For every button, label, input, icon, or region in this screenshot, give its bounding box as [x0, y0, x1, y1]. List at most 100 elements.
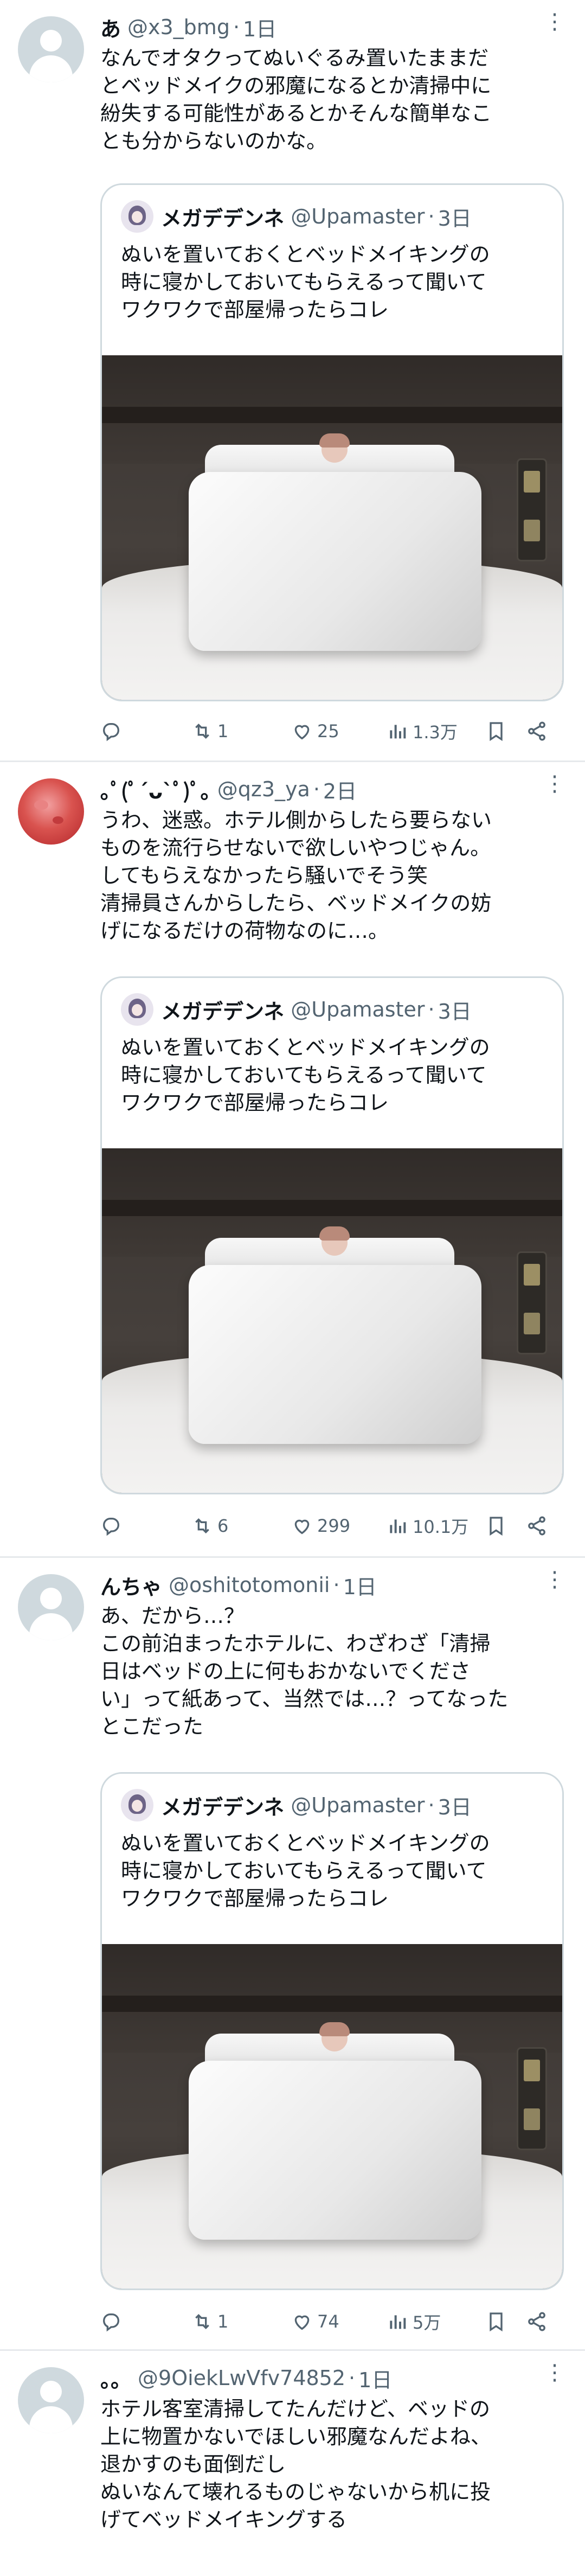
user-handle[interactable]: @qz3_ya: [217, 777, 310, 801]
separator-dot: ·: [333, 1573, 340, 1597]
share-button[interactable]: [526, 1510, 552, 1542]
more-icon[interactable]: ⋮: [544, 1569, 565, 1590]
quote-text: ぬいを置いておくとベッドメイキングの 時に寝かしておいてもらえるって聞いて ワク…: [121, 1831, 490, 1910]
retweet-button[interactable]: 1: [191, 2305, 228, 2338]
tweet-header: んちゃ @oshitotomonii · 1日: [100, 1569, 563, 1601]
user-handle[interactable]: @x3_bmg: [127, 15, 230, 39]
display-name[interactable]: 。。: [100, 2363, 131, 2393]
views-button[interactable]: 1.3万: [387, 715, 458, 747]
reply-button[interactable]: [100, 1510, 126, 1542]
tweet-header: ｡ﾟ(ﾟ´ᴗ`ﾟ)ﾟ｡ @qz3_ya · 2日: [100, 773, 563, 806]
tweet[interactable]: あ @x3_bmg · 1日 ⋮ なんでオタクってぬいぐるみ置いたままだ とベッ…: [0, 0, 585, 762]
action-bar: 1 74 5万: [100, 2305, 563, 2338]
separator-dot: ·: [349, 2366, 356, 2390]
share-button[interactable]: [526, 715, 552, 747]
timestamp[interactable]: 1日: [358, 2363, 392, 2393]
tweet[interactable]: 。。 @9OiekLwVfv74852 · 1日 ⋮ ホテル客室清掃してたんだけ…: [0, 2351, 585, 2576]
quote-timestamp: 3日: [438, 999, 472, 1024]
quote-photo[interactable]: [102, 1148, 562, 1493]
tweet-text: ホテル客室清掃してたんだけど、ベッドの 上に物置かないでほしい邪魔なんだよね、 …: [100, 2397, 491, 2532]
retweet-button[interactable]: 1: [191, 715, 228, 747]
quote-avatar: [121, 200, 153, 233]
bookmark-button[interactable]: [485, 2305, 511, 2338]
display-name[interactable]: ｡ﾟ(ﾟ´ᴗ`ﾟ)ﾟ｡: [100, 775, 211, 804]
tweet-text: あ、だから…？ この前泊まったホテルに、わざわざ「清掃 日はベッドの上に何もおか…: [100, 1604, 509, 1738]
user-handle[interactable]: @oshitotomonii: [169, 1573, 330, 1597]
share-icon: [528, 2312, 545, 2331]
plush-toy: [319, 433, 350, 463]
views-icon: [390, 725, 406, 739]
retweet-icon: [195, 1518, 209, 1534]
separator-dot: ·: [313, 777, 320, 801]
bookmark-icon: [490, 2312, 503, 2332]
view-count: 10.1万: [413, 1517, 469, 1537]
quote-photo[interactable]: [102, 355, 562, 700]
timestamp[interactable]: 1日: [243, 12, 277, 42]
quote-header: メガデデンネ @Upamaster · 3日: [121, 200, 472, 233]
reply-button[interactable]: [100, 715, 126, 747]
quote-text: ぬいを置いておくとベッドメイキングの 時に寝かしておいてもらえるって聞いて ワク…: [121, 242, 490, 322]
quote-avatar: [121, 993, 153, 1026]
separator-dot: ·: [428, 1793, 435, 1817]
timestamp[interactable]: 1日: [343, 1570, 377, 1600]
reply-icon: [103, 723, 119, 742]
quote-timestamp: 3日: [438, 1795, 472, 1819]
quote-timestamp: 3日: [438, 206, 472, 231]
like-button[interactable]: 25: [291, 715, 339, 747]
display-name[interactable]: んちゃ: [100, 1570, 162, 1600]
separator-dot: ·: [428, 998, 435, 1021]
quote-display-name: メガデデンネ: [161, 1795, 285, 1819]
quote-display-name: メガデデンネ: [161, 206, 285, 231]
quote-text: ぬいを置いておくとベッドメイキングの 時に寝かしておいてもらえるって聞いて ワク…: [121, 1035, 490, 1115]
quoted-tweet[interactable]: メガデデンネ @Upamaster · 3日 ぬいを置いておくとベッドメイキング…: [100, 183, 564, 701]
avatar[interactable]: [18, 778, 84, 845]
retweet-button[interactable]: 6: [191, 1510, 228, 1542]
tweet[interactable]: んちゃ @oshitotomonii · 1日 ⋮ あ、だから…？ この前泊まっ…: [0, 1558, 585, 2351]
views-button[interactable]: 10.1万: [387, 1510, 468, 1542]
retweet-icon: [195, 2313, 209, 2330]
reply-icon: [103, 2313, 119, 2332]
timestamp[interactable]: 2日: [323, 775, 357, 804]
share-icon: [528, 1516, 545, 1536]
like-button[interactable]: 299: [291, 1510, 350, 1542]
tweet-header: 。。 @9OiekLwVfv74852 · 1日: [100, 2362, 563, 2394]
separator-dot: ·: [428, 204, 435, 228]
quoted-tweet[interactable]: メガデデンネ @Upamaster · 3日 ぬいを置いておくとベッドメイキング…: [100, 976, 564, 1494]
bookmark-button[interactable]: [485, 1510, 511, 1542]
more-icon[interactable]: ⋮: [544, 773, 565, 795]
like-count: 74: [317, 2311, 339, 2332]
like-icon: [294, 725, 310, 740]
quote-photo[interactable]: [102, 1944, 562, 2289]
share-button[interactable]: [526, 2305, 552, 2338]
views-icon: [390, 1519, 406, 1533]
more-icon[interactable]: ⋮: [544, 11, 565, 33]
retweet-count: 1: [217, 721, 229, 742]
view-count: 5万: [413, 2312, 441, 2333]
display-name[interactable]: あ: [100, 12, 121, 42]
action-bar: 1 25 1.3万: [100, 715, 563, 747]
bookmark-button[interactable]: [485, 715, 511, 747]
tweet[interactable]: ｡ﾟ(ﾟ´ᴗ`ﾟ)ﾟ｡ @qz3_ya · 2日 ⋮ うわ、迷惑。ホテル側からし…: [0, 762, 585, 1558]
quoted-tweet[interactable]: メガデデンネ @Upamaster · 3日 ぬいを置いておくとベッドメイキング…: [100, 1772, 564, 2290]
tweet-header: あ @x3_bmg · 1日: [100, 11, 563, 43]
reply-button[interactable]: [100, 2305, 126, 2338]
avatar[interactable]: [18, 1574, 84, 1640]
like-button[interactable]: 74: [291, 2305, 339, 2338]
tweet-text: なんでオタクってぬいぐるみ置いたままだ とベッドメイクの邪魔になるとか清掃中に …: [100, 46, 492, 153]
quote-display-name: メガデデンネ: [161, 999, 285, 1024]
avatar[interactable]: [18, 2367, 84, 2433]
avatar[interactable]: [18, 16, 84, 82]
user-handle[interactable]: @9OiekLwVfv74852: [138, 2366, 345, 2390]
quote-header: メガデデンネ @Upamaster · 3日: [121, 1789, 472, 1821]
like-icon: [294, 2315, 310, 2330]
like-icon: [294, 1519, 310, 1535]
views-button[interactable]: 5万: [387, 2305, 441, 2338]
more-icon[interactable]: ⋮: [544, 2362, 565, 2383]
quote-handle: @Upamaster: [291, 998, 425, 1021]
plush-toy: [319, 2022, 350, 2051]
quote-handle: @Upamaster: [291, 1793, 425, 1817]
quote-handle: @Upamaster: [291, 204, 425, 228]
action-bar: 6 299 10.1万: [100, 1510, 563, 1542]
retweet-count: 6: [217, 1516, 229, 1536]
like-count: 299: [317, 1516, 351, 1536]
